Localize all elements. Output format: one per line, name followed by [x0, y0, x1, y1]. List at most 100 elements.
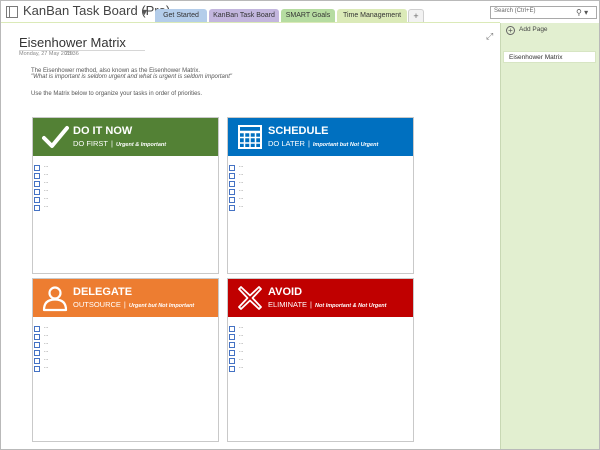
checkbox[interactable] [229, 197, 235, 203]
quadrant-action: DO LATER [268, 139, 305, 148]
task-text[interactable]: ... [44, 340, 48, 346]
tab-kanban-task-board[interactable]: KanBan Task Board [209, 9, 279, 22]
page-canvas[interactable]: ⤢ Eisenhower Matrix Monday, 27 May 2019 … [1, 23, 500, 449]
checkbox[interactable] [34, 326, 40, 332]
task-text[interactable]: ... [44, 179, 48, 185]
quadrant-subtitle: DO LATER | Important but Not Urgent [268, 139, 378, 148]
checkbox[interactable] [229, 350, 235, 356]
checkbox[interactable] [229, 173, 235, 179]
quadrant-subtitle: ELIMINATE | Not Important & Not Urgent [268, 300, 387, 309]
add-section-tab[interactable]: + [408, 9, 424, 22]
x-mark-icon [238, 286, 262, 310]
checkbox[interactable] [34, 189, 40, 195]
task-text[interactable]: ... [44, 332, 48, 338]
page-list-pane: + Add Page Eisenhower Matrix [500, 23, 599, 449]
quadrant-separator: | [123, 300, 126, 309]
task-text[interactable]: ... [239, 203, 243, 209]
task-text[interactable]: ... [239, 332, 243, 338]
checkbox[interactable] [229, 358, 235, 364]
intro-quote: "What is important is seldom urgent and … [31, 74, 233, 80]
person-icon [42, 286, 68, 312]
checkbox[interactable] [229, 189, 235, 195]
task-text[interactable]: ... [239, 324, 243, 330]
checkbox[interactable] [34, 366, 40, 372]
onenote-window: KanBan Task Board (Pro) ▼ Get Started Ka… [0, 0, 600, 450]
quadrant-note: Urgent & Important [115, 142, 167, 148]
task-text[interactable]: ... [239, 187, 243, 193]
task-text[interactable]: ... [239, 356, 243, 362]
checkbox[interactable] [229, 205, 235, 211]
task-text[interactable]: ... [239, 340, 243, 346]
checkbox[interactable] [34, 334, 40, 340]
task-text[interactable]: ... [44, 356, 48, 362]
checkbox[interactable] [229, 334, 235, 340]
task-text[interactable]: ... [44, 324, 48, 330]
quadrant-header: DO IT NOW DO FIRST | Urgent & Important [33, 118, 218, 156]
quadrant-do-it-now: DO IT NOW DO FIRST | Urgent & Important ..… [32, 117, 219, 274]
checkbox[interactable] [229, 326, 235, 332]
chevron-down-icon[interactable]: ▼ [140, 7, 149, 17]
task-text[interactable]: ... [239, 171, 243, 177]
task-text[interactable]: ... [44, 171, 48, 177]
tab-smart-goals[interactable]: SMART Goals [281, 9, 335, 22]
quadrant-separator: | [111, 139, 113, 148]
search-icon[interactable]: ⚲ ▾ [576, 8, 596, 18]
task-text[interactable]: ... [239, 348, 243, 354]
quadrant-schedule: SCHEDULE DO LATER | Important but Not Urge… [227, 117, 414, 274]
quadrant-note: Urgent but Not Important [128, 303, 195, 309]
task-text[interactable]: ... [44, 187, 48, 193]
quadrant-avoid: AVOID ELIMINATE | Not Important & Not Urge… [227, 278, 414, 442]
quadrant-separator: | [307, 139, 310, 148]
quadrant-note: Not Important & Not Urgent [315, 303, 387, 309]
task-text[interactable]: ... [44, 203, 48, 209]
quadrant-separator: | [310, 300, 312, 309]
task-text[interactable]: ... [44, 348, 48, 354]
page-list-item-label: Eisenhower Matrix [509, 54, 563, 61]
task-text[interactable]: ... [239, 195, 243, 201]
task-text[interactable]: ... [239, 179, 243, 185]
quadrant-title: DO IT NOW [73, 125, 133, 137]
checkbox[interactable] [34, 358, 40, 364]
add-page-label: Add Page [519, 26, 548, 33]
page-time: 23:36 [65, 51, 79, 57]
quadrant-header: DELEGATE OUTSOURCE | Urgent but Not Import… [33, 279, 218, 317]
quadrant-subtitle: DO FIRST | Urgent & Important [73, 139, 166, 148]
checkbox[interactable] [229, 181, 235, 187]
checkbox[interactable] [34, 165, 40, 171]
quadrant-title: SCHEDULE [268, 125, 329, 137]
expand-icon[interactable]: ⤢ [486, 31, 493, 42]
checkbox[interactable] [34, 350, 40, 356]
checkbox[interactable] [229, 366, 235, 372]
task-text[interactable]: ... [239, 163, 243, 169]
quadrant-action: OUTSOURCE [73, 300, 121, 309]
task-text[interactable]: ... [44, 364, 48, 370]
search-input[interactable]: Search (Ctrl+E) ⚲ ▾ [490, 6, 597, 19]
task-text[interactable]: ... [44, 195, 48, 201]
search-placeholder: Search (Ctrl+E) [494, 8, 536, 14]
plus-circle-icon: + [506, 26, 515, 35]
intro-instruction: Use the Matrix below to organize your ta… [31, 91, 203, 97]
calendar-icon [238, 125, 262, 149]
title-bar: KanBan Task Board (Pro) ▼ Get Started Ka… [1, 1, 599, 22]
page-title[interactable]: Eisenhower Matrix [19, 35, 126, 50]
quadrant-delegate: DELEGATE OUTSOURCE | Urgent but Not Import… [32, 278, 219, 442]
checkbox[interactable] [229, 165, 235, 171]
checkbox[interactable] [34, 197, 40, 203]
quadrant-note: Important but Not Urgent [312, 142, 379, 148]
page-list-item[interactable]: Eisenhower Matrix [503, 51, 596, 63]
checkbox[interactable] [34, 173, 40, 179]
quadrant-subtitle: OUTSOURCE | Urgent but Not Important [73, 300, 194, 309]
add-page-button[interactable]: + Add Page [506, 26, 596, 38]
checkbox[interactable] [229, 342, 235, 348]
checkbox[interactable] [34, 205, 40, 211]
quadrant-title: DELEGATE [73, 286, 133, 298]
tab-time-management[interactable]: Time Management [337, 9, 407, 22]
quadrant-action: ELIMINATE [268, 300, 308, 309]
checkbox[interactable] [34, 342, 40, 348]
tab-get-started[interactable]: Get Started [155, 9, 207, 22]
task-text[interactable]: ... [44, 163, 48, 169]
task-text[interactable]: ... [239, 364, 243, 370]
notebook-icon[interactable] [6, 6, 18, 18]
checkbox[interactable] [34, 181, 40, 187]
quadrant-action: DO FIRST [73, 139, 108, 148]
